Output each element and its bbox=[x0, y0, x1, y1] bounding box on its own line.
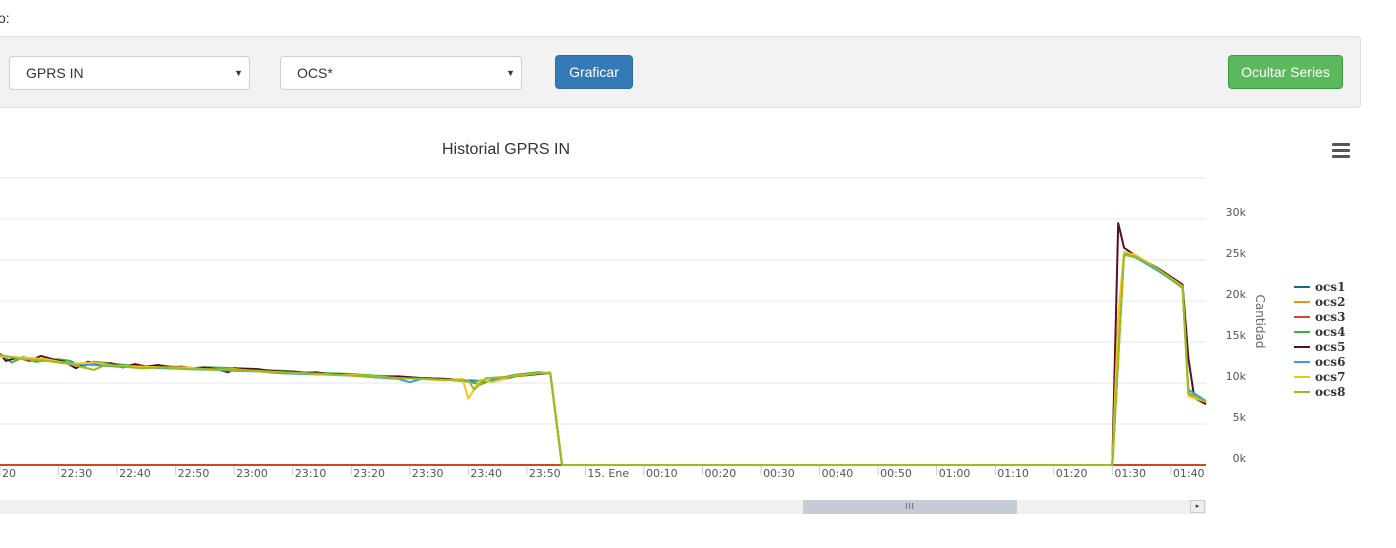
x-tick-label: 00:10 bbox=[646, 467, 678, 480]
legend-swatch bbox=[1294, 301, 1310, 303]
y-tick-label: 25k bbox=[1226, 247, 1247, 260]
y-tick-label: 30k bbox=[1226, 206, 1247, 219]
series-line-ocs8 bbox=[0, 254, 1207, 466]
legend-label: ocs4 bbox=[1315, 325, 1346, 339]
x-tick-label: 23:00 bbox=[236, 467, 268, 480]
x-tick-label: 01:20 bbox=[1056, 467, 1088, 480]
x-tick-label: 01:00 bbox=[939, 467, 971, 480]
x-tick-label: 01:10 bbox=[997, 467, 1029, 480]
series-line-ocs4 bbox=[0, 252, 1207, 466]
scroll-right-button[interactable]: ▸ bbox=[1190, 500, 1205, 513]
x-tick-label: 00:50 bbox=[880, 467, 912, 480]
legend-label: ocs1 bbox=[1315, 280, 1346, 294]
y-axis-label: Cantidad bbox=[1253, 295, 1267, 349]
x-tick-label: 22:40 bbox=[119, 467, 151, 480]
chart-scrollbar-track[interactable] bbox=[0, 500, 1206, 514]
x-tick-label: 00:40 bbox=[822, 467, 854, 480]
legend-label: ocs8 bbox=[1315, 385, 1346, 399]
x-tick-label: 23:10 bbox=[295, 467, 327, 480]
line-chart: 20 22:30 22:40 22:50 23:00 23:10 23:20 23:30 23:… bbox=[0, 177, 1267, 480]
legend-swatch bbox=[1294, 346, 1310, 348]
legend-label: ocs2 bbox=[1315, 295, 1346, 309]
x-tick-label: 01:40 bbox=[1173, 467, 1205, 480]
y-tick-label: 10k bbox=[1226, 370, 1247, 383]
legend-swatch bbox=[1294, 391, 1310, 393]
legend-label: ocs5 bbox=[1315, 340, 1346, 354]
legend-swatch bbox=[1294, 331, 1310, 333]
legend-label: ocs7 bbox=[1315, 370, 1346, 384]
x-tick-label: 20 bbox=[2, 467, 16, 480]
x-tick-label: 22:50 bbox=[178, 467, 210, 480]
legend-swatch bbox=[1294, 361, 1310, 363]
legend-label: ocs3 bbox=[1315, 310, 1346, 324]
x-tick-label: 23:50 bbox=[529, 467, 561, 480]
y-tick-label: 15k bbox=[1226, 329, 1247, 342]
legend-label: ocs6 bbox=[1315, 355, 1346, 369]
series-line-ocs5 bbox=[0, 222, 1207, 466]
legend-swatch bbox=[1294, 286, 1310, 288]
x-tick-label: 01:30 bbox=[1114, 467, 1146, 480]
x-tick-label: 00:30 bbox=[763, 467, 795, 480]
y-tick-label: 5k bbox=[1233, 411, 1247, 424]
x-tick-label: 00:20 bbox=[705, 467, 737, 480]
legend-swatch bbox=[1294, 376, 1310, 378]
x-tick-label: 22:30 bbox=[61, 467, 93, 480]
x-tick-label: 23:40 bbox=[470, 467, 502, 480]
x-tick-label: 23:30 bbox=[412, 467, 444, 480]
legend-swatch bbox=[1294, 316, 1310, 318]
y-tick-label: 0k bbox=[1233, 452, 1247, 465]
grip-icon: III bbox=[905, 502, 915, 511]
series-line-ocs7 bbox=[0, 250, 1207, 466]
chart-scrollbar-thumb[interactable]: III bbox=[803, 500, 1017, 514]
y-tick-label: 20k bbox=[1226, 288, 1247, 301]
series-line-ocs6 bbox=[0, 253, 1207, 466]
x-tick-label: 23:20 bbox=[353, 467, 385, 480]
x-tick-label: 15. Ene bbox=[587, 467, 629, 480]
